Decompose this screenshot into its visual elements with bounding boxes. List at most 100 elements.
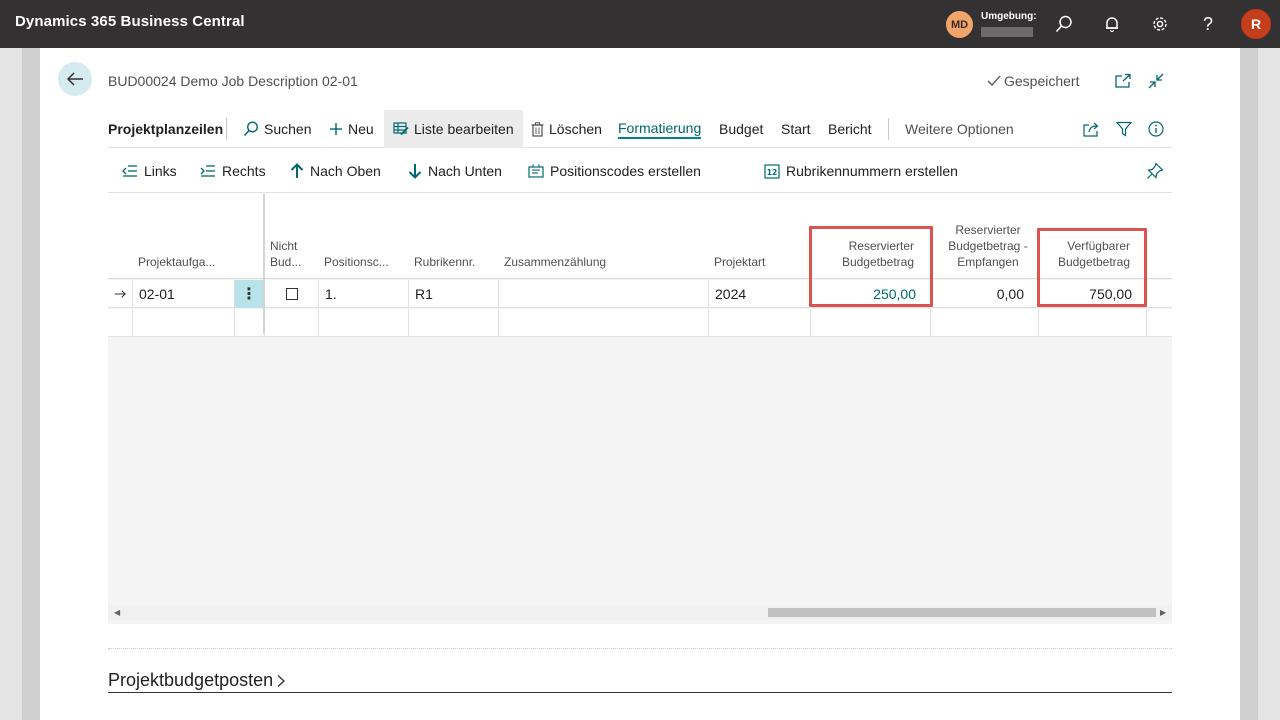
sub-action-bar: Links Rechts Nach Oben Nach Unten Positi… bbox=[108, 149, 1172, 193]
info-icon[interactable] bbox=[1148, 110, 1164, 148]
header-not-budget[interactable]: Nicht Bud... bbox=[270, 238, 301, 270]
header-reserved-received[interactable]: Reservierter Budgetbetrag - Empfangen bbox=[936, 222, 1040, 270]
tab-start[interactable]: Start bbox=[781, 110, 811, 148]
job-budget-entries-section[interactable]: Projektbudgetposten bbox=[108, 670, 286, 691]
available-budget-cell[interactable] bbox=[1039, 309, 1147, 337]
header-job-type[interactable]: Projektart bbox=[714, 254, 765, 270]
action-separator bbox=[888, 118, 889, 140]
create-position-codes-label: Positionscodes erstellen bbox=[550, 163, 701, 179]
highlight-available-budget bbox=[1037, 228, 1147, 307]
position-codes-icon bbox=[528, 164, 544, 178]
tab-report-label: Bericht bbox=[828, 121, 872, 137]
not-budget-cell[interactable] bbox=[265, 280, 319, 308]
job-type-cell[interactable] bbox=[709, 309, 811, 337]
not-budget-cell[interactable] bbox=[265, 309, 319, 337]
section-caption-label: Projektplanzeilen bbox=[108, 121, 224, 137]
position-code-cell[interactable]: 1. bbox=[319, 280, 409, 308]
scrollbar-thumb[interactable] bbox=[768, 608, 1156, 617]
job-plan-lines-grid: Projektaufga... Nicht Bud... Positionsc.… bbox=[108, 194, 1172, 624]
help-icon[interactable]: ? bbox=[1196, 12, 1220, 36]
row-selector[interactable] bbox=[108, 280, 133, 308]
row-menu-button[interactable]: ⋮ bbox=[235, 280, 264, 308]
company-badge[interactable]: MD bbox=[946, 11, 973, 38]
header-totaling[interactable]: Zusammenzählung bbox=[504, 254, 606, 270]
row-selector[interactable] bbox=[108, 309, 133, 337]
position-code-cell[interactable] bbox=[319, 309, 409, 337]
indent-left-button[interactable]: Links bbox=[122, 149, 177, 193]
scroll-right-arrow-icon[interactable]: ▶ bbox=[1160, 608, 1166, 617]
app-title[interactable]: Dynamics 365 Business Central bbox=[15, 13, 245, 30]
arrow-left-icon bbox=[66, 72, 83, 86]
edit-list-button-label: Liste bearbeiten bbox=[414, 121, 514, 137]
indent-right-button[interactable]: Rechts bbox=[200, 149, 266, 193]
horizontal-scrollbar[interactable]: ◀ ▶ bbox=[108, 605, 1172, 620]
numbering-icon: 12 bbox=[764, 164, 780, 179]
user-avatar[interactable]: R bbox=[1241, 9, 1271, 39]
move-down-button[interactable]: Nach Unten bbox=[408, 149, 502, 193]
tab-formatting[interactable]: Formatierung bbox=[618, 110, 702, 148]
indent-left-label: Links bbox=[144, 163, 177, 179]
action-bar: Projektplanzeilen Suchen Neu Liste bearb… bbox=[108, 110, 1172, 148]
reserved-received-cell[interactable]: 0,00 bbox=[931, 280, 1039, 308]
search-button[interactable]: Suchen bbox=[243, 110, 311, 148]
scroll-left-arrow-icon[interactable]: ◀ bbox=[114, 608, 120, 617]
tab-report[interactable]: Bericht bbox=[828, 110, 872, 148]
edit-list-icon bbox=[393, 122, 409, 136]
environment-value-redacted bbox=[981, 27, 1033, 37]
open-in-new-window-icon[interactable] bbox=[1113, 71, 1133, 91]
task-no-cell[interactable]: 02-01 bbox=[133, 280, 235, 308]
move-up-label: Nach Oben bbox=[310, 163, 381, 179]
reserved-budget-cell[interactable] bbox=[811, 309, 931, 337]
job-type-cell[interactable]: 2024 bbox=[709, 280, 811, 308]
indent-right-label: Rechts bbox=[222, 163, 266, 179]
collapse-icon[interactable] bbox=[1146, 71, 1166, 91]
bell-icon[interactable] bbox=[1100, 12, 1124, 36]
totaling-cell[interactable] bbox=[499, 309, 709, 337]
right-backdrop bbox=[1240, 48, 1280, 720]
heading-no-cell[interactable]: R1 bbox=[409, 280, 499, 308]
move-up-button[interactable]: Nach Oben bbox=[290, 149, 381, 193]
delete-button[interactable]: Löschen bbox=[531, 110, 602, 148]
header-not-budget-line1: Nicht bbox=[270, 239, 298, 253]
more-options-button[interactable]: Weitere Optionen bbox=[905, 110, 1014, 148]
row-menu-cell[interactable] bbox=[235, 309, 265, 337]
header-task[interactable]: Projektaufga... bbox=[138, 254, 215, 270]
create-heading-numbers-button[interactable]: 12 Rubrikennummern erstellen bbox=[764, 149, 958, 193]
create-position-codes-button[interactable]: Positionscodes erstellen bbox=[528, 149, 701, 193]
reserved-received-cell[interactable] bbox=[931, 309, 1039, 337]
environment-label: Umgebung: bbox=[981, 11, 1037, 22]
top-bar: Dynamics 365 Business Central MD Umgebun… bbox=[0, 0, 1280, 48]
heading-no-cell[interactable] bbox=[409, 309, 499, 337]
page-title: BUD00024 Demo Job Description 02-01 bbox=[108, 73, 358, 89]
section-underline bbox=[108, 692, 1172, 693]
header-position-code[interactable]: Positionsc... bbox=[324, 254, 389, 270]
totaling-cell[interactable] bbox=[499, 280, 709, 308]
pin-icon[interactable] bbox=[1146, 149, 1164, 193]
filter-icon[interactable] bbox=[1116, 110, 1132, 148]
tab-budget[interactable]: Budget bbox=[719, 110, 763, 148]
table-row-empty[interactable] bbox=[108, 309, 1172, 337]
section-divider bbox=[108, 648, 1172, 649]
section-title-label: Projektbudgetposten bbox=[108, 670, 274, 690]
more-options-label: Weitere Optionen bbox=[905, 121, 1014, 137]
back-button[interactable] bbox=[58, 62, 92, 96]
new-button[interactable]: Neu bbox=[329, 110, 374, 148]
checkmark-icon bbox=[987, 75, 1001, 86]
chevron-right-icon bbox=[277, 674, 286, 687]
header-received-line3: Empfangen bbox=[957, 255, 1019, 269]
delete-button-label: Löschen bbox=[549, 121, 602, 137]
search-icon[interactable] bbox=[1052, 12, 1076, 36]
section-caption: Projektplanzeilen bbox=[108, 110, 223, 148]
task-no-cell[interactable] bbox=[133, 309, 235, 337]
trash-icon bbox=[531, 121, 544, 137]
not-budget-checkbox[interactable] bbox=[285, 288, 298, 300]
table-row[interactable]: 02-01 ⋮ 1. R1 2024 250,00 0,00 750,00 bbox=[108, 280, 1172, 308]
edit-list-button[interactable]: Liste bearbeiten bbox=[384, 110, 523, 148]
share-icon[interactable] bbox=[1083, 110, 1099, 148]
outdent-icon bbox=[122, 165, 137, 177]
gear-icon[interactable] bbox=[1148, 12, 1172, 36]
header-heading-no[interactable]: Rubrikennr. bbox=[414, 254, 475, 270]
highlight-reserved-budget bbox=[809, 226, 933, 307]
left-backdrop bbox=[0, 48, 40, 720]
tab-budget-label: Budget bbox=[719, 121, 764, 137]
